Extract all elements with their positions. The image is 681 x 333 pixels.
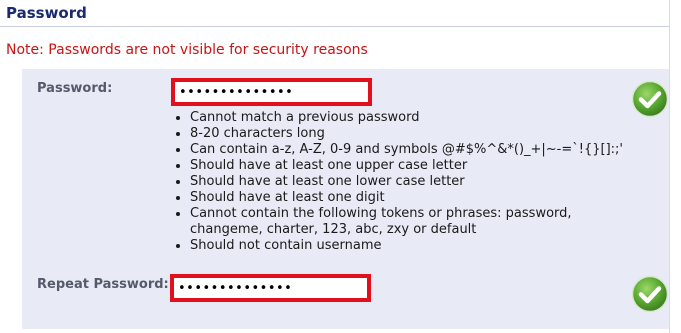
green-checkmark-icon (631, 275, 669, 313)
green-checkmark-icon (631, 80, 669, 118)
password-label: Password: (37, 81, 113, 96)
section-title: Password (6, 4, 87, 22)
requirement-item: Should have at least one digit (190, 190, 630, 206)
password-requirements-list: Cannot match a previous password8-20 cha… (172, 110, 630, 254)
repeat-password-label: Repeat Password: (37, 277, 169, 292)
right-divider (669, 0, 670, 333)
requirement-item: Should have at least one lower case lett… (190, 174, 630, 190)
requirement-item: Should have at least one upper case lett… (190, 158, 630, 174)
password-input[interactable]: •••••••••••••• (171, 78, 372, 106)
requirement-item: Can contain a-z, A-Z, 0-9 and symbols @#… (190, 142, 630, 158)
repeat-password-input[interactable]: •••••••••••••• (170, 274, 371, 302)
requirement-item: Cannot contain the following tokens or p… (190, 206, 630, 238)
requirement-item: Cannot match a previous password (190, 110, 630, 126)
requirement-item: Should not contain username (190, 238, 630, 254)
security-note: Note: Passwords are not visible for secu… (6, 42, 368, 58)
requirement-item: 8-20 characters long (190, 126, 630, 142)
title-divider (0, 26, 670, 27)
